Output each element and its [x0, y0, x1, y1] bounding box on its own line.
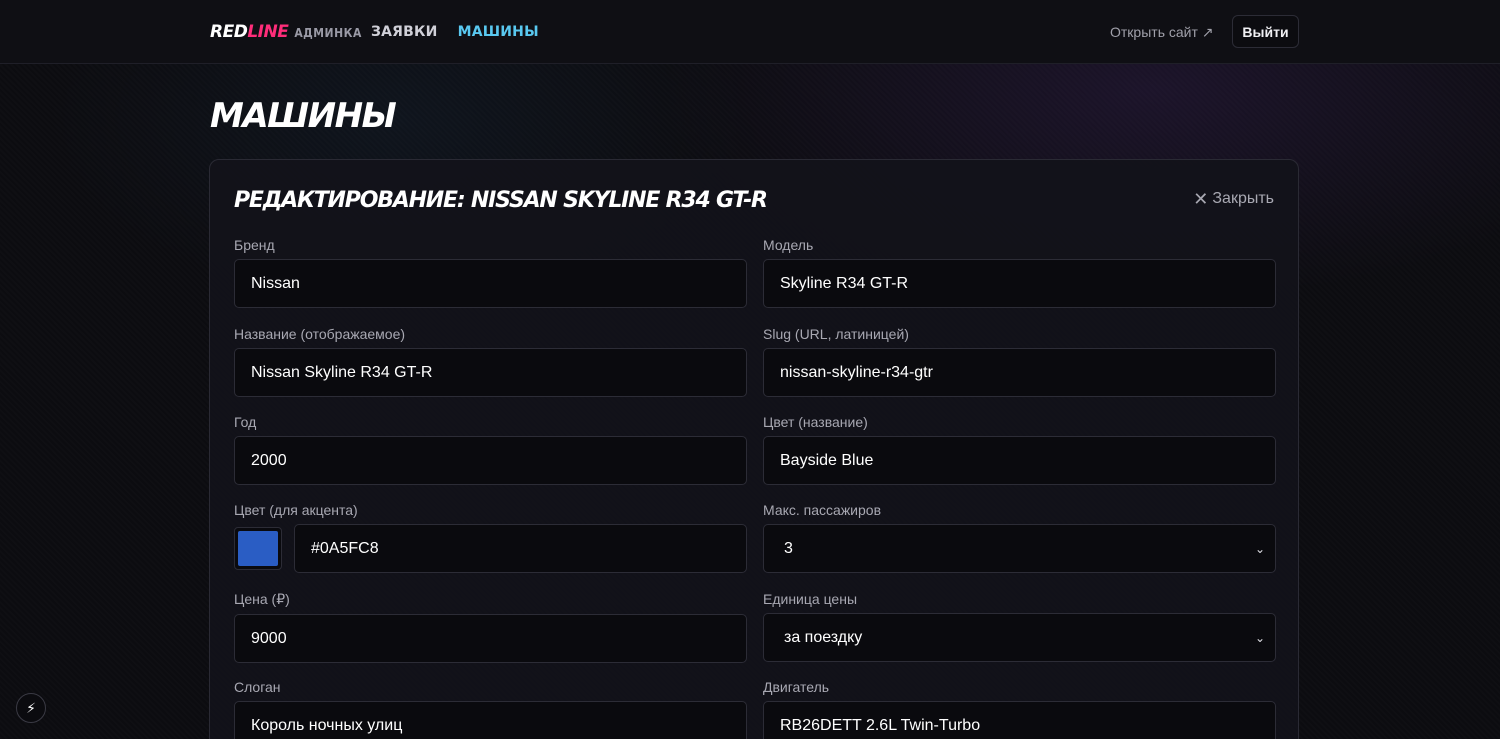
close-icon: ✕: [1193, 189, 1209, 209]
name-field: Название (отображаемое) Nissan Skyline R…: [234, 326, 747, 397]
form-title: РЕДАКТИРОВАНИЕ: NISSAN SKYLINE R34 GT-R: [234, 188, 768, 213]
max-passengers-label: Макс. пассажиров: [763, 502, 882, 518]
model-label: Модель: [763, 237, 814, 253]
price-unit-field: Единица цены за поездку ⌄: [763, 591, 1276, 662]
page-title: МАШИНЫ: [210, 96, 397, 136]
nav-cars-link[interactable]: МАШИНЫ: [458, 24, 539, 40]
name-label: Название (отображаемое): [234, 326, 406, 342]
color-swatch: [238, 531, 278, 566]
model-field: Модель Skyline R34 GT-R: [763, 237, 1276, 308]
brand-logo-line: LINE: [247, 22, 289, 42]
nav-requests-link[interactable]: ЗАЯВКИ: [371, 24, 438, 40]
open-site-link[interactable]: Открыть сайт ↗: [1110, 24, 1214, 41]
engine-label: Двигатель: [763, 679, 830, 695]
accent-color-input[interactable]: #0A5FC8: [294, 524, 747, 573]
model-input[interactable]: Skyline R34 GT-R: [763, 259, 1276, 308]
slug-field: Slug (URL, латиницей) nissan-skyline-r34…: [763, 326, 1276, 397]
year-label: Год: [234, 414, 257, 430]
chevron-down-icon: ⌄: [1254, 541, 1265, 556]
price-field: Цена (₽) 9000: [234, 591, 747, 663]
close-button-label: Закрыть: [1212, 190, 1274, 207]
chevron-down-icon: ⌄: [1254, 630, 1265, 645]
slogan-input[interactable]: Король ночных улиц: [234, 701, 747, 739]
slogan-label: Слоган: [234, 679, 281, 695]
color-picker[interactable]: [234, 527, 282, 570]
close-button[interactable]: ✕ Закрыть: [1193, 190, 1274, 208]
brand-field: Бренд Nissan: [234, 237, 747, 308]
slogan-field: Слоган Король ночных улиц: [234, 679, 747, 739]
price-unit-value: за поездку: [784, 628, 863, 646]
brand-label: Бренд: [234, 237, 275, 253]
lightning-icon[interactable]: ⚡: [16, 693, 46, 723]
name-input[interactable]: Nissan Skyline R34 GT-R: [234, 348, 747, 397]
engine-field: Двигатель RB26DETT 2.6L Twin-Turbo: [763, 679, 1276, 739]
price-input[interactable]: 9000: [234, 614, 747, 663]
price-unit-select[interactable]: за поездку ⌄: [763, 613, 1276, 662]
brand-admin-label: АДМИНКА: [294, 26, 362, 40]
max-passengers-field: Макс. пассажиров 3 ⌄: [763, 502, 1276, 573]
brand-logo-red: RED: [210, 22, 248, 42]
brand-logo[interactable]: RED LINE АДМИНКА: [210, 22, 362, 42]
car-edit-form: РЕДАКТИРОВАНИЕ: NISSAN SKYLINE R34 GT-R …: [209, 159, 1299, 739]
accent-color-field: Цвет (для акцента) #0A5FC8: [234, 502, 747, 573]
top-bar: RED LINE АДМИНКА ЗАЯВКИ МАШИНЫ Открыть с…: [0, 0, 1500, 64]
year-field: Год 2000: [234, 414, 747, 485]
slug-input[interactable]: nissan-skyline-r34-gtr: [763, 348, 1276, 397]
accent-color-row: #0A5FC8: [234, 524, 747, 573]
logout-button[interactable]: Выйти: [1232, 15, 1299, 48]
engine-input[interactable]: RB26DETT 2.6L Twin-Turbo: [763, 701, 1276, 739]
accent-color-label: Цвет (для акцента): [234, 502, 358, 518]
price-label: Цена (₽): [234, 591, 290, 607]
year-input[interactable]: 2000: [234, 436, 747, 485]
max-passengers-value: 3: [784, 539, 793, 557]
color-name-field: Цвет (название) Bayside Blue: [763, 414, 1276, 485]
price-unit-label: Единица цены: [763, 591, 858, 607]
color-name-input[interactable]: Bayside Blue: [763, 436, 1276, 485]
brand-input[interactable]: Nissan: [234, 259, 747, 308]
max-passengers-select[interactable]: 3 ⌄: [763, 524, 1276, 573]
color-name-label: Цвет (название): [763, 414, 868, 430]
main-nav: ЗАЯВКИ МАШИНЫ: [371, 24, 539, 40]
slug-label: Slug (URL, латиницей): [763, 326, 909, 342]
